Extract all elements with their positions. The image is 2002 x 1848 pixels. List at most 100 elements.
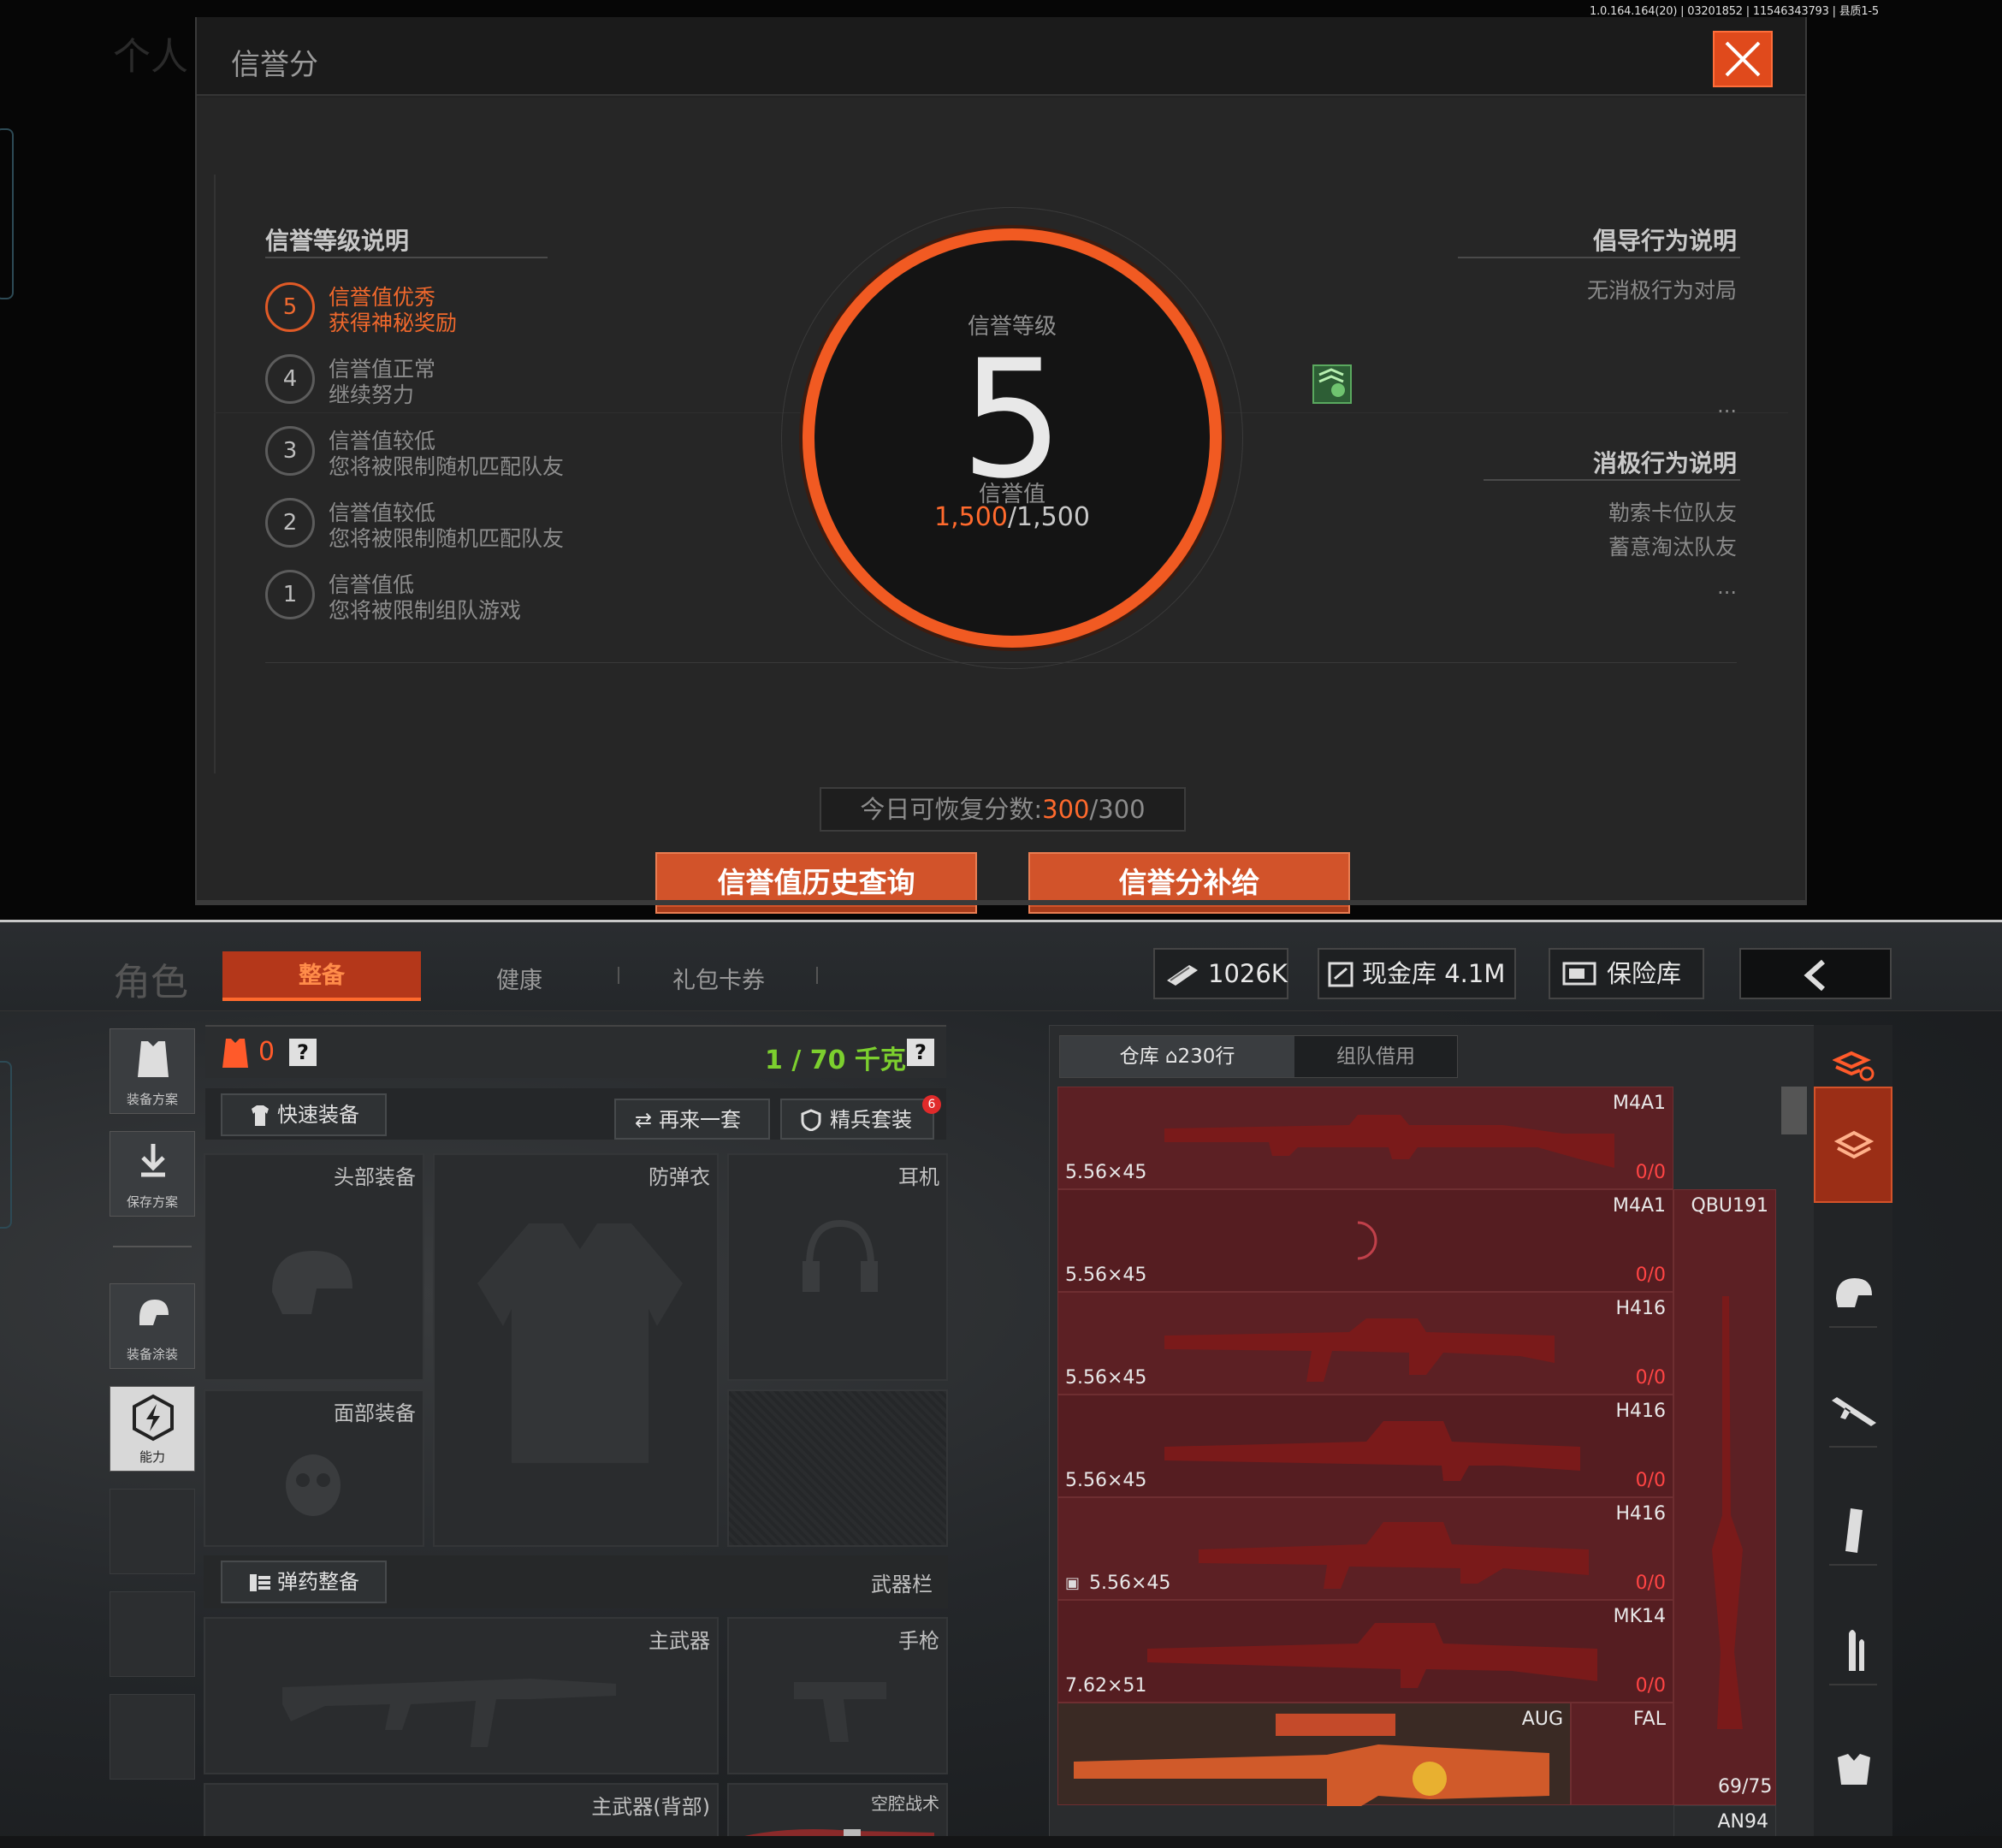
item-name: M4A1 — [1612, 1195, 1666, 1217]
refresh-icon: ⇄ — [635, 1108, 653, 1132]
ammo-icon — [250, 1574, 270, 1591]
pistol-slot[interactable]: 手枪 — [727, 1617, 948, 1774]
inventory-scrollbar[interactable] — [1781, 1087, 1807, 1134]
recover-current: 300 — [1042, 795, 1090, 824]
rank-badge-icon — [1312, 364, 1352, 404]
inventory-item[interactable]: H416 5.56×45 0/0 — [1057, 1292, 1673, 1395]
filter-ammo-button[interactable] — [1817, 1614, 1891, 1687]
elite-set-button[interactable]: 精兵套装 — [780, 1099, 934, 1140]
aug-rifle-icon — [1074, 1714, 1549, 1806]
level-row-5: 5 信誉值优秀 获得神秘奖励 — [265, 277, 796, 337]
version-text: 1.0.164.164(20) | 03201852 | 11546343793… — [1590, 5, 1879, 18]
tab-prepare[interactable]: 整备 — [222, 951, 421, 1001]
item-caliber: 7.62×51 — [1065, 1675, 1147, 1697]
filter-divider — [1829, 1446, 1877, 1448]
tab-team-borrow[interactable]: 组队借用 — [1294, 1036, 1457, 1077]
save-plan-button[interactable]: 保存方案 — [110, 1131, 195, 1217]
level-row-1: 1 信誉值低 您将被限制组队游戏 — [265, 565, 796, 625]
ability-button[interactable]: 能力 — [110, 1386, 195, 1472]
rifle-icon — [1164, 1115, 1614, 1168]
level-desc: 您将被限制随机匹配队友 — [329, 526, 565, 551]
inventory-item[interactable]: M4A1 5.56×45 0/0 — [1057, 1189, 1673, 1292]
left-edge-handle — [0, 1061, 12, 1229]
value-number: 1,500/1,500 — [814, 502, 1210, 532]
recover-score-box: 今日可恢复分数:300/300 — [820, 787, 1186, 832]
slot-label: 耳机 — [898, 1165, 939, 1189]
inventory-item-aug[interactable]: AUG — [1057, 1703, 1571, 1806]
dialog-header: 信誉分 — [197, 17, 1805, 96]
pistol-icon — [794, 1682, 886, 1742]
currency-bills[interactable]: 1026K — [1153, 948, 1288, 999]
help-icon[interactable]: ? — [289, 1039, 317, 1066]
inventory-item-tall[interactable]: QBU191 — [1673, 1189, 1776, 1805]
tab-gift-cards[interactable]: 礼包卡券 — [672, 962, 765, 995]
face-slot[interactable]: 面部装备 — [204, 1389, 424, 1547]
loading-spinner-icon — [1357, 1221, 1377, 1260]
head-slot[interactable]: 头部装备 — [204, 1153, 424, 1381]
quick-equip-button[interactable]: 快速装备 — [221, 1093, 387, 1136]
again-button[interactable]: ⇄ 再来一套 — [614, 1099, 770, 1140]
inventory-item-fal[interactable]: FAL — [1571, 1703, 1673, 1805]
armor-icon — [222, 1039, 248, 1068]
weight-help-icon[interactable]: ? — [907, 1039, 934, 1066]
top-nav-bar: 角色 整备 健康 礼包卡券 1026K 现金库 4.1M 保险库 — [0, 922, 2002, 1011]
elite-badge: 6 — [922, 1095, 941, 1114]
fal-count: 69/75 — [1718, 1776, 1773, 1798]
rifle-icon — [1164, 1421, 1580, 1481]
ammo-prepare-button[interactable]: 弹药整备 — [221, 1561, 387, 1603]
equipment-plan-button[interactable]: 装备方案 — [110, 1028, 195, 1114]
tab-warehouse[interactable]: 仓库 ⌂230行 — [1060, 1036, 1294, 1077]
close-button[interactable] — [1713, 31, 1773, 87]
cash-vault-button[interactable]: 现金库 4.1M — [1318, 948, 1516, 999]
positive-item: 无消极行为对局 — [1586, 278, 1737, 303]
positive-behavior-header: 倡导行为说明 — [1592, 227, 1737, 255]
level-row-4: 4 信誉值正常 继续努力 — [265, 349, 796, 409]
currency-bills-value: 1026K — [1208, 959, 1288, 988]
item-count: 0/0 — [1635, 1265, 1666, 1286]
quick-equip-label: 快速装备 — [277, 1103, 359, 1127]
headset-icon — [803, 1219, 878, 1292]
inventory-item[interactable]: H416 5.56×45 0/0 — [1057, 1395, 1673, 1497]
level-circle: 2 — [265, 498, 315, 548]
empty-side-slot — [110, 1591, 195, 1677]
item-count: 0/0 — [1635, 1162, 1666, 1183]
safe-box-label: 保险库 — [1607, 959, 1682, 988]
filter-divider — [1829, 1684, 1877, 1685]
level-desc: 继续努力 — [329, 382, 415, 407]
inventory-item[interactable]: H416 5.56×45 ▣ 0/0 — [1057, 1497, 1673, 1600]
value-current: 1,500 — [934, 502, 1008, 532]
inventory-item[interactable]: MK14 7.62×51 0/0 — [1057, 1600, 1673, 1703]
item-count: 0/0 — [1635, 1367, 1666, 1389]
primary-weapon-slot[interactable]: 主武器 — [204, 1617, 719, 1774]
safe-box-button[interactable]: 保险库 — [1549, 948, 1704, 999]
tab-health[interactable]: 健康 — [496, 962, 542, 995]
item-caliber: 5.56×45 — [1065, 1470, 1147, 1491]
gas-mask-icon — [286, 1454, 341, 1516]
side-label: 装备方案 — [126, 1092, 178, 1107]
filter-rifle-button[interactable] — [1817, 1374, 1891, 1448]
filter-magazine-button[interactable] — [1817, 1494, 1891, 1567]
rifle-icon — [1199, 1522, 1589, 1589]
filter-helmet-button[interactable] — [1817, 1256, 1891, 1330]
negative-item: 蓄意淘汰队友 — [1608, 535, 1737, 560]
headset-slot[interactable]: 耳机 — [727, 1153, 948, 1381]
side-label: 装备涂装 — [126, 1347, 178, 1362]
slot-label: 防弹衣 — [649, 1165, 710, 1189]
back-button[interactable] — [1739, 948, 1892, 999]
inventory-item[interactable]: M4A1 5.56×45 0/0 — [1057, 1087, 1673, 1189]
magazine-icon — [1845, 1508, 1863, 1553]
rifle-icon — [1832, 1397, 1876, 1426]
vest-slot[interactable]: 防弹衣 — [433, 1153, 719, 1547]
locked-slot — [727, 1389, 948, 1547]
close-icon — [1725, 41, 1761, 77]
layers-icon — [1834, 1130, 1874, 1159]
equipment-skin-button[interactable]: 装备涂装 — [110, 1283, 195, 1369]
ammo-prepare-label: 弹药整备 — [277, 1570, 359, 1594]
filter-all-button[interactable] — [1814, 1087, 1892, 1203]
filter-gear-button[interactable] — [1817, 1733, 1891, 1807]
rifle-icon — [282, 1679, 616, 1747]
level-description-header: 信誉等级说明 — [265, 227, 410, 255]
bg-page-title: 个人 — [113, 35, 188, 79]
slot-label: 主武器(背部) — [591, 1795, 710, 1819]
value-max: /1,500 — [1007, 502, 1090, 532]
